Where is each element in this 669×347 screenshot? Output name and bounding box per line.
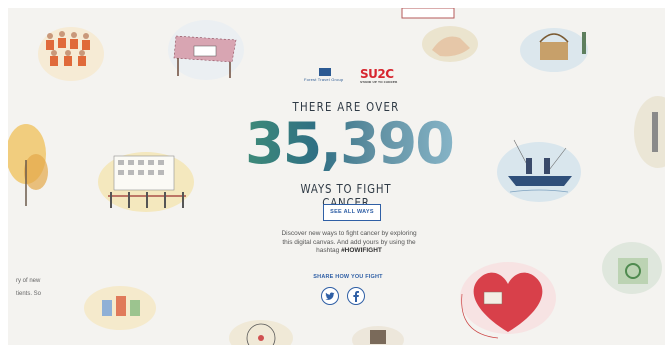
digital-canvas[interactable]: Forest Travel Group SU2C STAND UP TO CAN… [8, 8, 665, 345]
facebook-share-button[interactable] [347, 287, 365, 305]
hand-illustration[interactable] [418, 18, 482, 64]
story-fragment-line-2: tients. So [16, 291, 42, 297]
heart-map-illustration[interactable] [458, 254, 558, 340]
cups-illustration[interactable] [82, 278, 158, 334]
recycling-illustration[interactable] [600, 236, 665, 298]
twitter-icon [325, 291, 335, 300]
bake-sale-table-illustration[interactable] [166, 16, 246, 86]
see-all-ways-button[interactable]: SEE ALL WAYS [323, 204, 381, 221]
sports-team-illustration[interactable] [36, 22, 106, 84]
hashtag: #HOWIFIGHT [341, 247, 382, 254]
fishing-boat-illustration[interactable] [494, 134, 584, 210]
sponsor-logos: Forest Travel Group SU2C STAND UP TO CAN… [304, 68, 397, 84]
ferris-wheel-illustration[interactable] [226, 314, 296, 345]
twitter-share-button[interactable] [321, 287, 339, 305]
story-fragment[interactable]: ry of new tients. So [16, 275, 41, 301]
facebook-icon [353, 290, 359, 302]
story-fragment-line-1: ry of new [16, 278, 41, 284]
forest-travel-logo[interactable]: Forest Travel Group [304, 68, 346, 84]
bottom-center-illustration[interactable] [348, 320, 408, 345]
picnic-basket-illustration[interactable] [516, 18, 596, 74]
su2c-logo[interactable]: SU2C STAND UP TO CANCER [360, 68, 397, 84]
building-illustration[interactable] [96, 148, 196, 216]
ways-count: 35,390 [245, 111, 455, 177]
right-edge-illustration[interactable] [632, 92, 665, 172]
autumn-tree-illustration[interactable] [8, 120, 52, 210]
share-label: SHARE HOW YOU FIGHT [313, 274, 383, 280]
description: Discover new ways to fight cancer by exp… [276, 230, 422, 256]
